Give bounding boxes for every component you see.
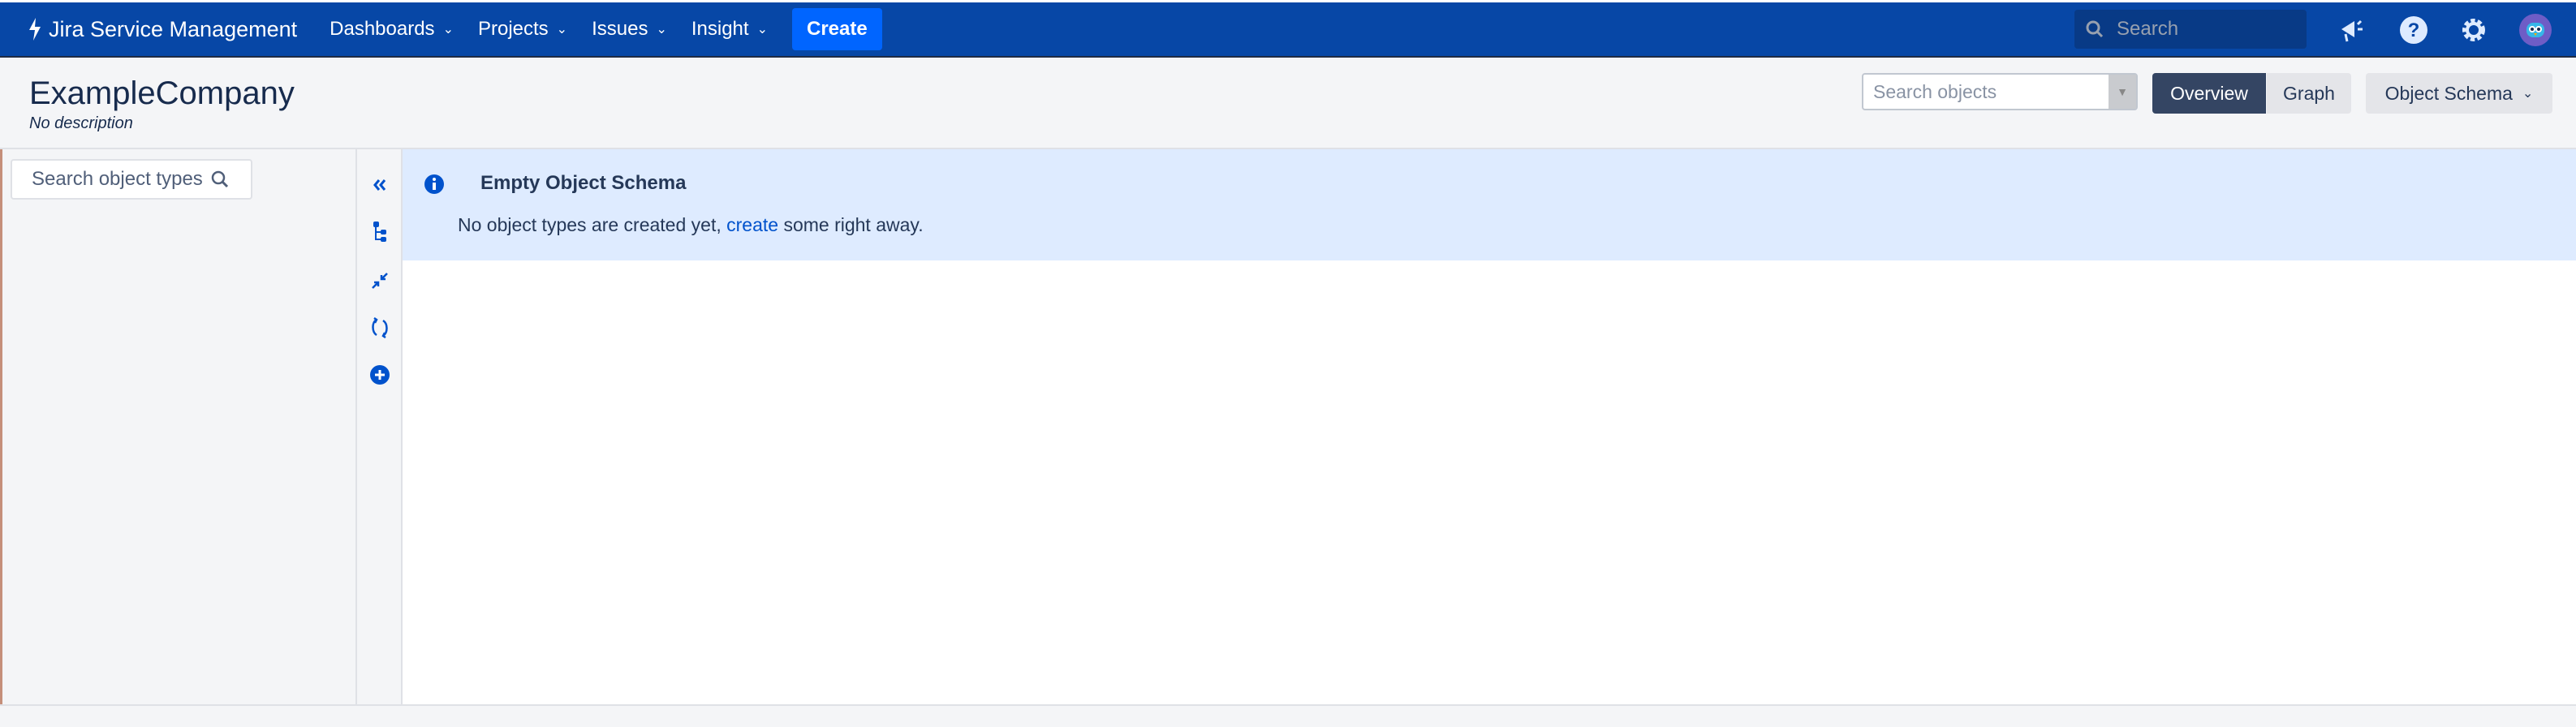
nav-label: Projects: [477, 18, 549, 40]
info-icon: [424, 174, 444, 194]
page-header: ExampleCompany No description Search obj…: [0, 58, 2576, 149]
add-object-type-icon[interactable]: [367, 362, 393, 388]
graph-tab[interactable]: Graph: [2267, 73, 2351, 114]
svg-text:?: ?: [2408, 19, 2420, 41]
nav-issues[interactable]: Issues ⌄: [592, 18, 667, 41]
jira-logo[interactable]: Jira Service Management: [28, 17, 297, 42]
object-types-sidebar: Search object types: [0, 149, 357, 704]
chevron-down-icon: ⌄: [2522, 87, 2534, 101]
banner-text: No object types are created yet, create …: [458, 214, 924, 236]
search-icon: [2086, 20, 2104, 38]
nav-insight[interactable]: Insight ⌄: [691, 18, 768, 41]
top-navigation: Jira Service Management Dashboards ⌄ Proj…: [0, 0, 2576, 58]
banner-text-before: No object types are created yet,: [458, 214, 727, 235]
object-schema-dropdown[interactable]: Object Schema ⌄: [2366, 73, 2552, 114]
object-schema-label: Object Schema: [2384, 82, 2513, 104]
collapse-all-icon[interactable]: [367, 268, 393, 294]
collapse-sidebar-icon[interactable]: [367, 172, 393, 198]
lightning-icon: [29, 18, 41, 41]
chevron-down-icon: ⌄: [756, 23, 768, 37]
search-object-types-input[interactable]: Search object types: [11, 159, 252, 200]
footer-bar: [0, 704, 2576, 727]
schema-description: No description: [29, 114, 133, 132]
search-icon: [211, 170, 228, 188]
chevron-down-icon: ⌄: [442, 23, 454, 37]
global-search-input[interactable]: Search: [2074, 10, 2307, 49]
page-title: ExampleCompany: [29, 75, 295, 111]
nav-label: Issues: [592, 18, 648, 40]
dropdown-arrow-icon[interactable]: ▼: [2109, 75, 2136, 109]
main-content: Empty Object Schema No object types are …: [403, 149, 2576, 704]
search-placeholder: Search: [2117, 18, 2179, 40]
avatar[interactable]: [2519, 14, 2552, 46]
create-link[interactable]: create: [726, 214, 778, 235]
nav-dashboards[interactable]: Dashboards ⌄: [330, 18, 454, 41]
create-button[interactable]: Create: [791, 8, 882, 50]
banner-text-after: some right away.: [778, 214, 924, 235]
help-icon[interactable]: ?: [2397, 14, 2430, 46]
nav-label: Dashboards: [330, 18, 435, 40]
nav-projects[interactable]: Projects ⌄: [478, 18, 567, 41]
search-objects-placeholder: Search objects: [1873, 80, 1997, 102]
notifications-megaphone-icon[interactable]: [2336, 14, 2368, 46]
chevron-down-icon: ⌄: [656, 23, 667, 37]
hierarchy-icon[interactable]: [367, 219, 393, 245]
search-object-types-placeholder: Search object types: [32, 168, 203, 190]
logo-text: Jira Service Management: [49, 16, 298, 41]
chevron-down-icon: ⌄: [556, 23, 568, 37]
search-objects-input[interactable]: Search objects ▼: [1862, 73, 2138, 110]
refresh-icon[interactable]: [367, 315, 393, 341]
banner-title: Empty Object Schema: [480, 172, 687, 194]
overview-tab[interactable]: Overview: [2152, 73, 2266, 114]
settings-gear-icon[interactable]: [2458, 14, 2490, 46]
nav-label: Insight: [691, 18, 749, 40]
info-banner: Empty Object Schema No object types are …: [403, 149, 2576, 260]
tree-toolbar: [357, 149, 403, 704]
